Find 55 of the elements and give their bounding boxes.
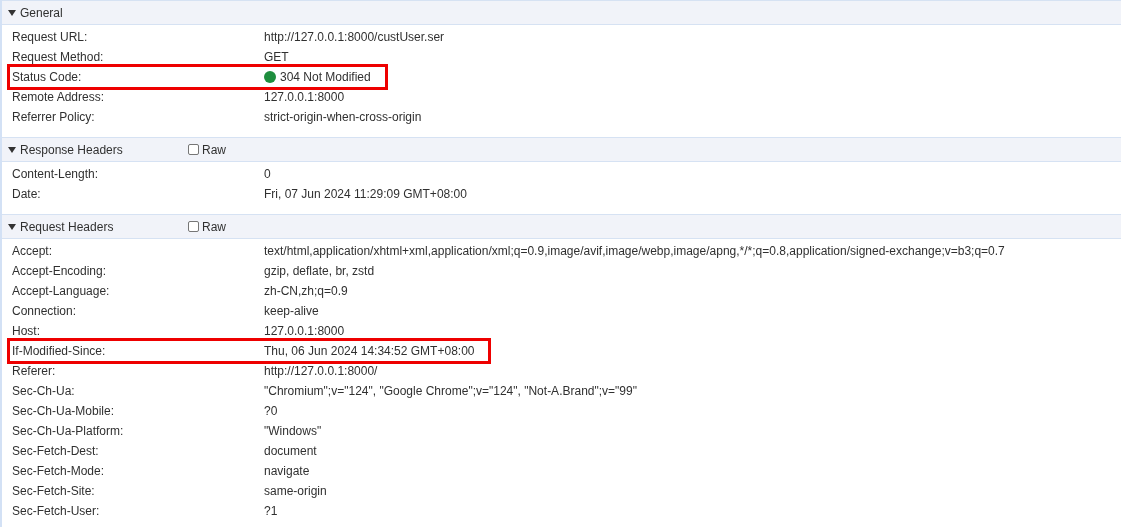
header-name: Host: <box>12 324 41 338</box>
header-name: Accept-Encoding: <box>12 264 108 278</box>
header-name: Referer: <box>12 364 57 378</box>
header-value: http://127.0.0.1:8000/custUser.ser <box>264 30 445 44</box>
raw-checkbox[interactable] <box>188 221 199 232</box>
header-name: Date: <box>12 187 42 201</box>
section-header[interactable]: Request Headers Raw <box>2 214 1121 239</box>
header-value: ?0 <box>264 404 278 418</box>
raw-checkbox[interactable] <box>188 144 199 155</box>
header-name: Status Code: <box>12 70 83 84</box>
header-value: GET <box>264 50 289 64</box>
caret-icon[interactable] <box>8 145 16 154</box>
caret-icon[interactable] <box>8 8 16 17</box>
header-name: Sec-Fetch-Mode: <box>12 464 106 478</box>
header-value: 127.0.0.1:8000 <box>264 324 345 338</box>
header-name: If-Modified-Since: <box>12 344 107 358</box>
section-header[interactable]: General <box>2 0 1121 25</box>
header-value: keep-alive <box>264 304 319 318</box>
header-value: document <box>264 444 317 458</box>
header-value: Thu, 06 Jun 2024 14:34:52 GMT+08:00 <box>264 344 475 358</box>
header-name: Accept-Language: <box>12 284 111 298</box>
raw-label: Raw <box>202 219 226 234</box>
header-value: navigate <box>264 464 310 478</box>
header-name: Sec-Ch-Ua-Platform: <box>12 424 125 438</box>
header-value: zh-CN,zh;q=0.9 <box>264 284 348 298</box>
header-name: Request Method: <box>12 50 105 64</box>
header-value: "Chromium";v="124", "Google Chrome";v="124", "Not-A.Brand";v="99" <box>264 384 637 398</box>
header-name: Connection: <box>12 304 78 318</box>
section-title: General <box>20 5 64 20</box>
caret-icon[interactable] <box>8 222 16 231</box>
header-name: Content-Length: <box>12 167 100 181</box>
header-value: 0 <box>264 167 271 181</box>
header-name: Sec-Ch-Ua-Mobile: <box>12 404 116 418</box>
header-value: ?1 <box>264 504 278 518</box>
header-name: Sec-Ch-Ua: <box>12 384 76 398</box>
header-value: 127.0.0.1:8000 <box>264 90 345 104</box>
header-value: http://127.0.0.1:8000/ <box>264 364 378 378</box>
header-value: same-origin <box>264 484 327 498</box>
section-title: Request Headers <box>20 219 115 234</box>
header-name: Request URL: <box>12 30 89 44</box>
header-name: Sec-Fetch-Dest: <box>12 444 100 458</box>
header-name: Remote Address: <box>12 90 106 104</box>
header-value: text/html,application/xhtml+xml,application/xml;q=0.9,image/avif,image/webp,image/apng,*/*;q=0.8,application/signed-exchange;v=b3;q=0.7 <box>264 244 1005 258</box>
section-title: Response Headers <box>20 142 124 157</box>
header-value: 304 Not Modified <box>280 70 371 84</box>
header-name: Sec-Fetch-User: <box>12 504 101 518</box>
header-name: Referrer Policy: <box>12 110 96 124</box>
section-header[interactable]: Response Headers Raw <box>2 137 1121 162</box>
header-value: gzip, deflate, br, zstd <box>264 264 375 278</box>
header-name: Sec-Fetch-Site: <box>12 484 96 498</box>
header-value: Fri, 07 Jun 2024 11:29:09 GMT+08:00 <box>264 187 467 201</box>
header-name: Accept: <box>12 244 54 258</box>
header-value: "Windows" <box>264 424 322 438</box>
header-value: strict-origin-when-cross-origin <box>264 110 422 124</box>
raw-label: Raw <box>202 142 226 157</box>
